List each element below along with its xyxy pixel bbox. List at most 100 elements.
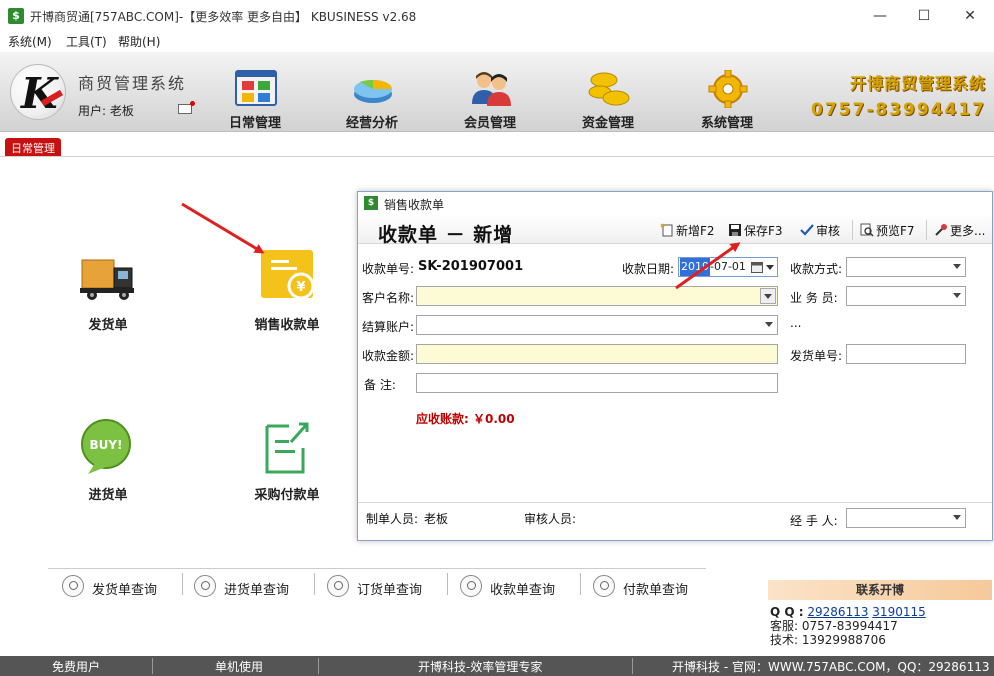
dialog-title-bar[interactable]: $ 销售收款单 <box>358 192 992 214</box>
more-button[interactable]: 更多... <box>934 222 985 240</box>
tile-label: 采购付款单 <box>254 488 320 503</box>
contact-panel: 联系开博 Q Q : 29286113 3190115 客服: 0757-839… <box>768 580 992 650</box>
amount-label: 收款金额: <box>362 349 415 363</box>
tile-sales-receipt[interactable]: ¥ 销售收款单 <box>227 248 347 348</box>
close-button[interactable]: ✕ <box>950 4 990 28</box>
divider <box>318 658 319 674</box>
handler-select[interactable] <box>846 508 966 528</box>
brand-phone: 0757-83994417 <box>811 100 986 120</box>
sales-receipt-dialog: $ 销售收款单 收款单 － 新增 新增F2 保存F3 审核 预览F7 更多...… <box>357 191 993 541</box>
tile-purchase-order[interactable]: BUY! 进货单 <box>48 418 168 518</box>
status-user-type: 免费用户 <box>52 660 101 674</box>
query-label: 订货单查询 <box>357 583 423 598</box>
tools-icon <box>935 224 947 236</box>
note-label: 备 注: <box>364 378 396 392</box>
menu-system[interactable]: 系统(M) <box>8 33 52 50</box>
nav-label: 经营分析 <box>345 116 398 131</box>
calendar-icon[interactable] <box>751 261 763 273</box>
query-label: 发货单查询 <box>92 583 158 598</box>
doc-no-value: SK-201907001 <box>418 259 524 274</box>
new-button[interactable]: 新增F2 <box>660 222 715 240</box>
buy-badge-text: BUY! <box>89 438 122 452</box>
menu-tools[interactable]: 工具(T) <box>66 33 107 50</box>
ship-no-input[interactable] <box>846 344 966 364</box>
status-mode: 单机使用 <box>215 660 264 674</box>
amount-input[interactable] <box>416 344 778 364</box>
annotation-arrow-tile <box>181 202 265 254</box>
search-icon <box>62 575 84 597</box>
qq-link-1[interactable]: 29286113 <box>807 605 868 619</box>
preview-icon <box>860 223 874 237</box>
date-rest: -07-01 <box>710 260 746 273</box>
query-label: 进货单查询 <box>224 583 290 598</box>
query-bar: 发货单查询 进货单查询 订货单查询 收款单查询 付款单查询 <box>48 568 706 602</box>
divider <box>152 658 153 674</box>
svg-text:¥: ¥ <box>296 280 305 295</box>
nav-label: 系统管理 <box>700 116 753 131</box>
customer-select[interactable] <box>416 286 778 306</box>
buy-tag-icon: BUY! <box>81 419 131 474</box>
method-label: 收款方式: <box>790 262 843 276</box>
header-banner: K 商贸管理系统 用户: 老板 日常管理 经营分析 会员管理 资金管理 系统管理… <box>0 52 994 132</box>
edit-document-icon <box>265 422 309 474</box>
note-input[interactable] <box>416 373 778 393</box>
chevron-down-icon <box>953 264 961 269</box>
divider <box>926 220 927 240</box>
doc-no-label: 收款单号: <box>362 262 415 276</box>
nav-system-management[interactable]: 系统管理 <box>677 52 777 132</box>
chevron-down-icon[interactable] <box>760 288 776 304</box>
tile-ship-order[interactable]: 发货单 <box>48 248 168 348</box>
app-icon: $ <box>8 8 24 24</box>
dialog-header: 收款单 － 新增 新增F2 保存F3 审核 预览F7 更多... <box>358 214 992 246</box>
preview-label: 预览F7 <box>876 224 915 238</box>
search-icon <box>593 575 615 597</box>
chevron-down-icon <box>953 515 961 520</box>
floppy-disk-icon <box>729 224 741 236</box>
status-bar: 免费用户 单机使用 开博科技-效率管理专家 开博科技 - 官网：WWW.757A… <box>0 656 994 676</box>
window-title: 开博商贸通[757ABC.COM]-【更多效率 更多自由】 KBUSINESS … <box>30 10 417 24</box>
contact-tech: 技术: 13929988706 <box>770 633 886 647</box>
status-site: 开博科技 - 官网：WWW.757ABC.COM，QQ：29286113 <box>672 660 990 674</box>
account-select[interactable] <box>416 315 778 335</box>
contact-service: 客服: 0757-83994417 <box>770 619 898 633</box>
check-icon <box>800 224 814 236</box>
date-label: 收款日期: <box>622 262 675 276</box>
current-user: 用户: 老板 <box>78 104 134 118</box>
system-title: 商贸管理系统 <box>78 74 187 93</box>
nav-label: 日常管理 <box>228 116 281 131</box>
account-more-button[interactable]: ... <box>790 316 801 330</box>
minimize-button[interactable]: — <box>860 4 900 28</box>
truck-icon <box>80 259 134 300</box>
tile-label: 销售收款单 <box>254 318 320 333</box>
menu-help[interactable]: 帮助(H) <box>118 33 160 50</box>
receipt-yen-icon: ¥ <box>261 250 315 300</box>
more-label: 更多... <box>950 224 986 238</box>
handler-label: 经 手 人: <box>790 514 838 528</box>
brand-name: 开博商贸管理系统 <box>849 74 986 93</box>
preview-button[interactable]: 预览F7 <box>860 222 915 240</box>
maker-label: 制单人员: <box>366 512 419 526</box>
members-icon <box>472 72 511 106</box>
method-select[interactable] <box>846 257 966 277</box>
message-icon[interactable] <box>178 101 195 114</box>
nav-business-analysis[interactable]: 经营分析 <box>322 52 422 132</box>
tile-purchase-payment[interactable]: 采购付款单 <box>227 418 347 518</box>
chevron-down-icon[interactable] <box>766 265 774 270</box>
date-picker[interactable]: 2019-07-01 <box>678 257 778 277</box>
dialog-app-icon: $ <box>364 196 378 210</box>
nav-daily-management[interactable]: 日常管理 <box>205 52 305 132</box>
contact-heading: 联系开博 <box>768 580 992 600</box>
qq-link-2[interactable]: 3190115 <box>872 605 925 619</box>
salesman-select[interactable] <box>846 286 966 306</box>
qq-label: Q Q : <box>770 605 804 619</box>
nav-fund-management[interactable]: 资金管理 <box>558 52 658 132</box>
save-button[interactable]: 保存F3 <box>728 222 783 240</box>
tab-divider <box>0 156 994 157</box>
maximize-button[interactable]: ☐ <box>904 4 944 28</box>
divider <box>632 658 633 674</box>
tab-daily-management[interactable]: 日常管理 <box>5 138 61 156</box>
nav-member-management[interactable]: 会员管理 <box>440 52 540 132</box>
audit-button[interactable]: 审核 <box>800 222 840 240</box>
brand-block: 开博商贸管理系统 0757-83994417 <box>811 70 986 120</box>
coins-icon <box>588 72 630 106</box>
